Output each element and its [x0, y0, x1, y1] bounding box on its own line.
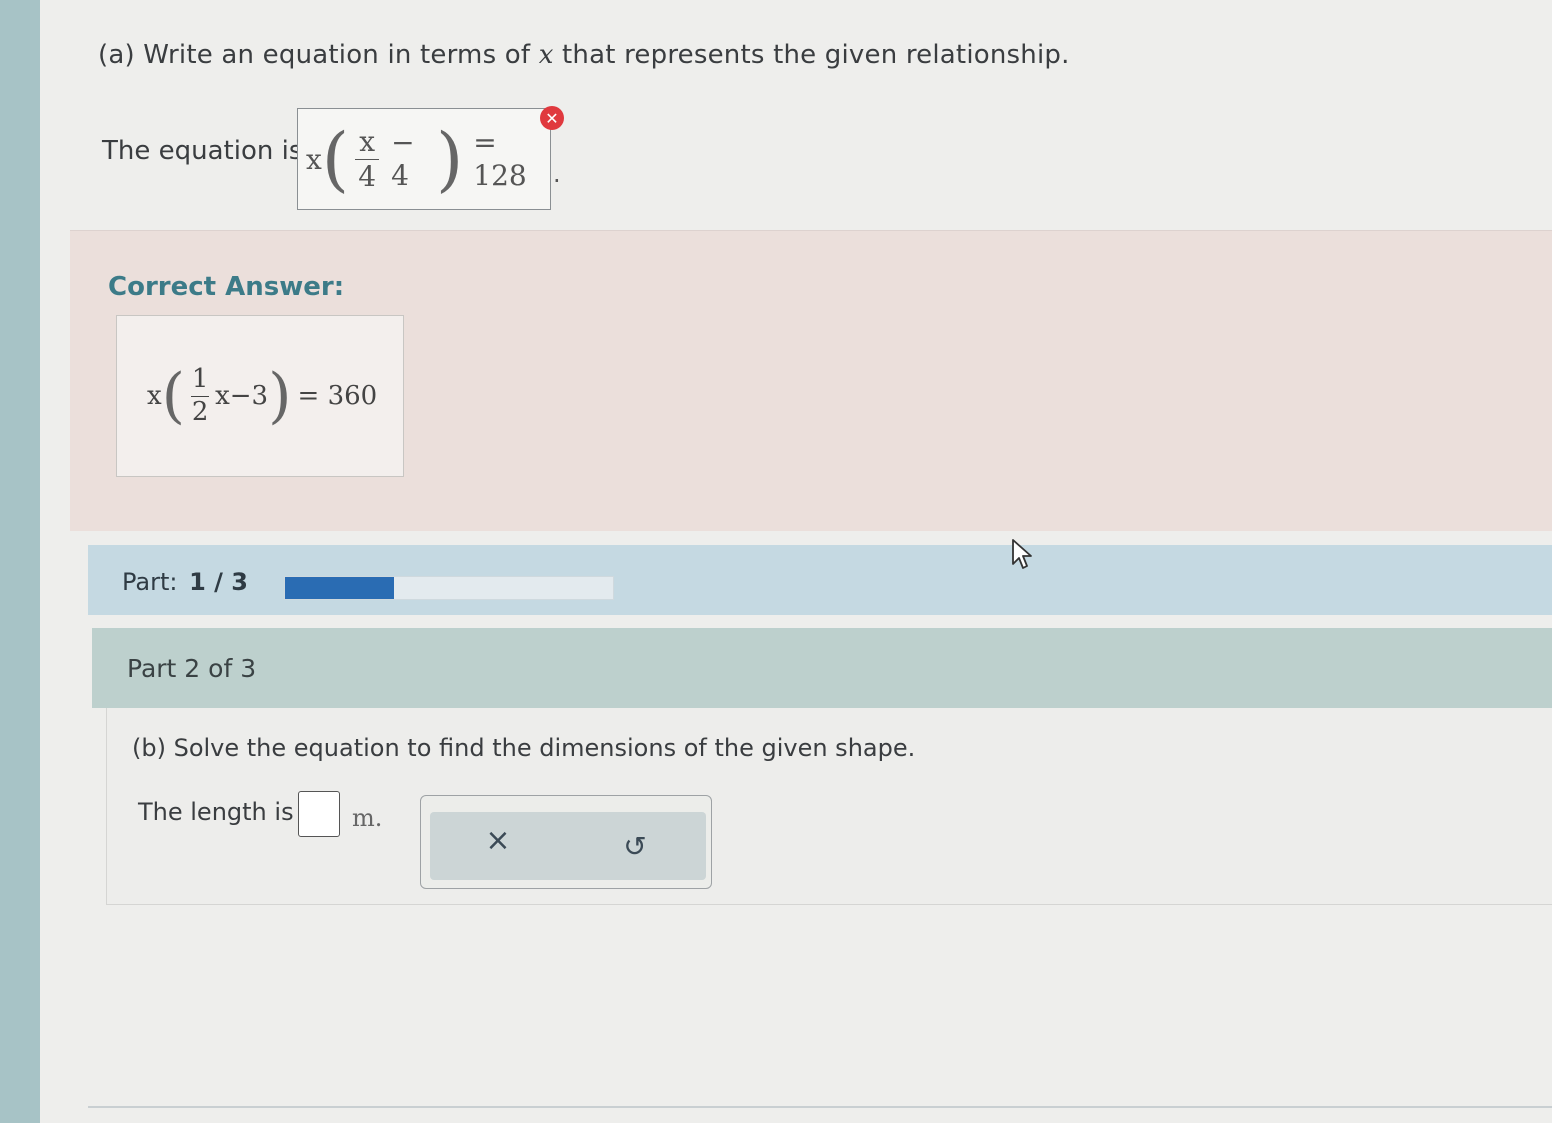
part-a-question-variable: x	[538, 40, 554, 70]
fraction-numerator: 1	[191, 364, 209, 395]
left-paren: (	[321, 118, 350, 200]
progress-label-text: Part:	[122, 568, 178, 596]
student-answer-rhs: = 128	[473, 126, 527, 192]
correct-answer-box: x ( 1 2 x−3 ) = 360	[116, 315, 404, 477]
part-a-question-prefix: (a) Write an equation in terms of	[98, 40, 539, 70]
right-paren: )	[435, 118, 464, 200]
answer-tools-inner	[430, 812, 706, 880]
mouse-cursor-icon	[1012, 539, 1032, 569]
fraction-denominator: 2	[191, 396, 209, 427]
fraction-numerator: x	[359, 125, 375, 159]
student-answer-box[interactable]: x ( x 4 − 4 ) = 128	[297, 108, 551, 210]
student-answer-lead: x	[306, 142, 322, 176]
fraction-denominator: 4	[358, 159, 377, 193]
clear-x-icon[interactable]: ×	[480, 822, 516, 858]
length-unit: m.	[352, 804, 383, 832]
equation-label: The equation is	[102, 136, 303, 166]
part-a-question-suffix: that represents the given relationship.	[553, 40, 1070, 70]
student-answer-math: x ( x 4 − 4 ) = 128	[306, 119, 550, 199]
incorrect-x-icon: ✕	[540, 106, 564, 130]
equation-period: .	[553, 160, 561, 188]
undo-icon[interactable]: ↺	[617, 828, 653, 864]
part-b-question: (b) Solve the equation to find the dimen…	[132, 734, 916, 762]
footer-divider	[88, 1106, 1552, 1108]
left-paren: (	[161, 361, 186, 431]
part-a-question: (a) Write an equation in terms of x that…	[98, 40, 1070, 70]
student-answer-fraction: x 4	[355, 125, 380, 193]
progress-track	[284, 576, 614, 600]
progress-separator: /	[214, 568, 223, 596]
length-input[interactable]	[298, 791, 340, 837]
correct-answer-fraction: 1 2	[191, 364, 210, 427]
correct-answer-rhs: = 360	[297, 381, 378, 411]
part-progress-label: Part: 1 / 3	[122, 568, 248, 596]
progress-current: 1	[189, 568, 206, 596]
part-2-header	[92, 628, 1552, 708]
correct-answer-title: Correct Answer:	[108, 272, 345, 302]
student-answer-inner-rest: − 4	[391, 126, 415, 192]
right-paren: )	[268, 361, 292, 431]
correct-answer-math: x ( 1 2 x−3 ) = 360	[147, 356, 377, 436]
progress-fill	[285, 577, 395, 599]
correct-answer-inner-rest: x−3	[215, 381, 269, 411]
part-2-title: Part 2 of 3	[127, 654, 257, 683]
correct-answer-lead: x	[147, 381, 162, 411]
length-label: The length is	[138, 798, 294, 826]
progress-total: 3	[231, 568, 248, 596]
